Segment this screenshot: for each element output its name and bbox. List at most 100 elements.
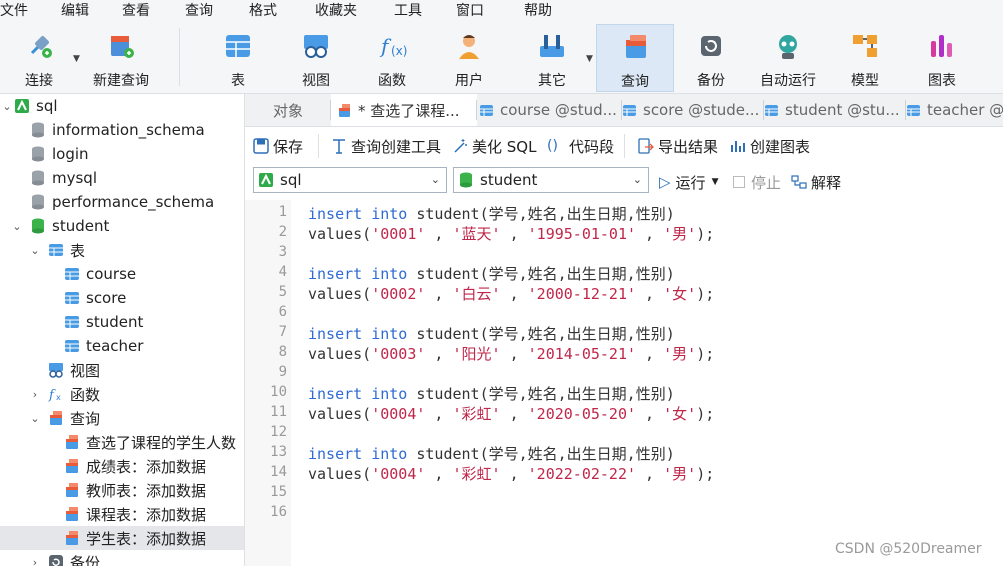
query-icon [619, 31, 651, 63]
svg-text:f: f [48, 388, 56, 402]
query-button[interactable]: 查询 [596, 24, 674, 92]
view-button[interactable]: 视图 [291, 24, 341, 90]
line-number: 16 [270, 504, 287, 520]
run-dropdown-icon[interactable]: ▼ [712, 177, 719, 187]
create-chart-button[interactable]: 创建图表 [730, 136, 810, 156]
tree-query-item[interactable]: 查选了课程的学生人数 [0, 430, 244, 454]
tree-folder-views[interactable]: 视图 [0, 358, 244, 382]
user-button[interactable]: 用户 [444, 24, 494, 90]
save-icon [253, 138, 269, 154]
code-line: insert into student(学号,姓名,出生日期,性别) [308, 445, 675, 463]
function-icon: f (x) [376, 30, 408, 62]
explain-button[interactable]: 解释 [791, 172, 841, 192]
other-button[interactable]: 其它 [527, 24, 577, 90]
query-icon [64, 458, 80, 474]
menu-format[interactable]: 格式 [249, 0, 277, 20]
menu-window[interactable]: 窗口 [456, 0, 484, 20]
line-number: 5 [278, 284, 287, 300]
tree-folder-backup[interactable]: › 备份 [0, 550, 244, 566]
tree-folder-tables[interactable]: ⌄ 表 [0, 238, 244, 262]
line-number: 1 [278, 204, 287, 220]
line-number: 4 [278, 264, 287, 280]
export-result-button[interactable]: 导出结果 [638, 136, 718, 156]
chevron-down-icon: ⌄ [430, 173, 440, 186]
beautify-sql-button[interactable]: 美化 SQL [452, 136, 536, 156]
tree-table-teacher[interactable]: teacher [0, 334, 244, 358]
connection-select[interactable]: sql ⌄ [253, 167, 447, 193]
menu-bar: 文件 编辑 查看 查询 格式 收藏夹 工具 窗口 帮助 [0, 0, 1003, 20]
database-select[interactable]: student ⌄ [453, 167, 649, 193]
collapse-arrow-icon[interactable]: ⌄ [10, 220, 24, 233]
tree-folder-functions[interactable]: › fx 函数 [0, 382, 244, 406]
user-icon [453, 30, 485, 62]
query-builder-button[interactable]: 查询创建工具 [331, 136, 441, 156]
save-button[interactable]: 保存 [253, 136, 303, 156]
stop-button[interactable]: 停止 [733, 172, 781, 192]
tree-query-item[interactable]: 成绩表：添加数据 [0, 454, 244, 478]
line-number: 12 [270, 424, 287, 440]
backup-icon [48, 554, 64, 566]
run-button[interactable]: ▷ 运行 ▼ [659, 172, 718, 192]
line-number: 3 [278, 244, 287, 260]
tree-folder-queries[interactable]: ⌄ 查询 [0, 406, 244, 430]
collapse-arrow-icon[interactable]: ⌄ [28, 244, 42, 257]
magic-wand-icon [452, 138, 468, 154]
connect-button[interactable]: 连接 [14, 24, 64, 90]
play-icon: ▷ [659, 173, 671, 191]
svg-text:(x): (x) [391, 44, 407, 58]
expand-arrow-icon[interactable]: › [28, 388, 42, 401]
tree-db-student[interactable]: ⌄ student [0, 214, 244, 238]
tab-student[interactable]: student @stu... [758, 94, 906, 126]
collapse-arrow-icon[interactable]: ⌄ [0, 100, 14, 113]
backup-button[interactable]: 备份 [686, 24, 736, 90]
code-snippet-button[interactable]: () 代码段 [547, 136, 614, 156]
query-icon [64, 482, 80, 498]
database-icon [30, 194, 46, 210]
sql-editor[interactable]: 1 2 3 4 5 6 7 8 9 10 11 12 13 14 15 16 insert into stud… [245, 200, 1003, 566]
menu-file[interactable]: 文件 [0, 0, 28, 20]
tab-objects[interactable]: 对象 [245, 94, 331, 126]
table-icon [906, 103, 921, 118]
line-number: 14 [270, 464, 287, 480]
table-button[interactable]: 表 [213, 24, 263, 90]
tree-db-information-schema[interactable]: information_schema [0, 118, 244, 142]
chart-button[interactable]: 图表 [917, 24, 967, 90]
tree-table-score[interactable]: score [0, 286, 244, 310]
table-icon [479, 103, 494, 118]
model-button[interactable]: 模型 [840, 24, 890, 90]
line-number: 11 [270, 404, 287, 420]
tree-query-item[interactable]: 课程表：添加数据 [0, 502, 244, 526]
line-number: 8 [278, 344, 287, 360]
tree-db-performance-schema[interactable]: performance_schema [0, 190, 244, 214]
menu-help[interactable]: 帮助 [524, 0, 552, 20]
tab-course[interactable]: course @stud... [473, 94, 622, 126]
code-line: insert into student(学号,姓名,出生日期,性别) [308, 385, 675, 403]
tab-query-active[interactable]: * 查选了课程... [331, 94, 477, 126]
other-dropdown-icon[interactable]: ▼ [586, 54, 593, 64]
collapse-arrow-icon[interactable]: ⌄ [28, 412, 42, 425]
menu-view[interactable]: 查看 [122, 0, 150, 20]
function-button[interactable]: f (x) 函数 [367, 24, 417, 90]
tree-db-mysql[interactable]: mysql [0, 166, 244, 190]
toolbar-separator [624, 134, 625, 158]
menu-edit[interactable]: 编辑 [61, 0, 89, 20]
menu-tools[interactable]: 工具 [394, 0, 422, 20]
connect-dropdown-icon[interactable]: ▼ [73, 54, 80, 64]
tree-connection-sql[interactable]: ⌄ sql [0, 94, 244, 118]
expand-arrow-icon[interactable]: › [28, 556, 42, 566]
line-number: 2 [278, 224, 287, 240]
tab-score[interactable]: score @stude... [616, 94, 764, 126]
tree-query-item[interactable]: 教师表：添加数据 [0, 478, 244, 502]
tab-teacher[interactable]: teacher @s [900, 94, 1003, 126]
tree-db-login[interactable]: login [0, 142, 244, 166]
new-query-button[interactable]: 新建查询 [86, 24, 156, 90]
auto-run-button[interactable]: 自动运行 [756, 24, 820, 90]
chart-icon [926, 30, 958, 62]
tree-table-student[interactable]: student [0, 310, 244, 334]
database-open-icon [30, 218, 46, 234]
tree-table-course[interactable]: course [0, 262, 244, 286]
menu-query[interactable]: 查询 [185, 0, 213, 20]
tree-query-item-selected[interactable]: 学生表：添加数据 [0, 526, 244, 550]
menu-favorites[interactable]: 收藏夹 [315, 0, 357, 20]
plug-icon [23, 30, 55, 62]
